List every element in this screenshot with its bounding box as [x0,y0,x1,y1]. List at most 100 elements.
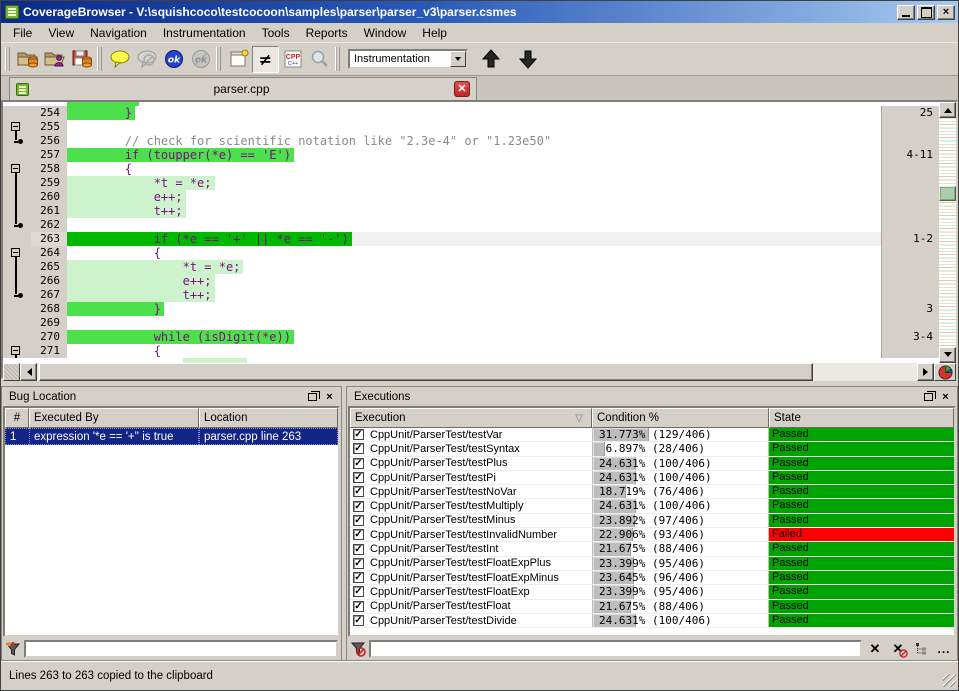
menu-item-tools[interactable]: Tools [254,24,298,42]
fold-margin[interactable] [3,246,31,260]
maximize-button[interactable] [917,5,935,20]
code-line-267[interactable]: 267 t++; [3,288,939,302]
code-line-268[interactable]: 268 }3 [3,302,939,316]
table-row[interactable]: ✓CppUnit/ParserTest/testSyntax 6.897% (2… [350,442,954,456]
clear-disabled-button[interactable]: ✕ [888,640,908,658]
code-line-269[interactable]: 269 [3,316,939,330]
checkbox-checked[interactable]: ✓ [353,558,364,569]
save-coverage-database-button[interactable] [68,46,95,73]
code-line-265[interactable]: 265 *t = *e; [3,260,939,274]
close-button[interactable]: × [937,5,955,20]
add-comment-button[interactable] [106,46,133,73]
code-line-257[interactable]: 257 if (toupper(*e) == 'E')4-11 [3,148,939,162]
fold-margin[interactable] [3,316,31,330]
fold-margin[interactable] [3,106,31,120]
table-row[interactable]: ✓CppUnit/ParserTest/testDivide24.631% (1… [350,614,954,628]
next-item-button[interactable] [514,46,541,73]
code-line-261[interactable]: 261 t++; [3,204,939,218]
fold-margin[interactable] [3,330,31,344]
checkbox-checked[interactable]: ✓ [353,586,364,597]
toolbar-grip[interactable] [5,47,10,71]
horizontal-scroll-track[interactable] [37,363,917,381]
column-header-location[interactable]: Location [199,408,338,428]
float-panel-button[interactable] [305,390,320,404]
code-line-260[interactable]: 260 e++; [3,190,939,204]
menu-item-navigation[interactable]: Navigation [82,24,155,42]
menu-item-reports[interactable]: Reports [298,24,356,42]
code-line-271[interactable]: 271 { [3,344,939,358]
fold-margin[interactable] [3,176,31,190]
scroll-down-button[interactable] [939,347,956,363]
column-header-execution[interactable]: Execution ▽ [350,408,592,428]
fold-margin-button[interactable] [3,363,20,381]
table-row[interactable]: ✓CppUnit/ParserTest/testVar31.773% (129/… [350,428,954,442]
scroll-left-button[interactable] [20,363,37,381]
bug-location-titlebar[interactable]: Bug Location × [2,387,341,406]
code-line-264[interactable]: 264 { [3,246,939,260]
table-row[interactable]: ✓CppUnit/ParserTest/testMultiply24.631% … [350,499,954,513]
code-line-259[interactable]: 259 *t = *e; [3,176,939,190]
bug-location-filter-input[interactable] [24,640,338,658]
fold-margin[interactable] [3,148,31,162]
coverage-minimap[interactable] [939,118,956,347]
table-row[interactable]: ✓CppUnit/ParserTest/testFloat21.675% (88… [350,600,954,614]
code-line-266[interactable]: 266 e++; [3,274,939,288]
scroll-right-button[interactable] [917,363,934,381]
cpp-source-button[interactable]: CPP C++ [279,46,306,73]
column-header-state[interactable]: State [769,408,954,428]
validate-button[interactable]: ok [160,46,187,73]
tab-parser-cpp[interactable]: parser.cpp ✕ [9,77,477,100]
menu-item-view[interactable]: View [40,24,82,42]
checkbox-checked[interactable]: ✓ [353,529,364,540]
toolbar-grip[interactable] [216,47,221,71]
code-line-255[interactable]: 255 [3,120,939,134]
fold-margin[interactable] [3,260,31,274]
resize-grip[interactable] [943,674,956,687]
table-row[interactable]: ✓CppUnit/ParserTest/testNoVar18.719% (76… [350,485,954,499]
new-window-button[interactable] [225,46,252,73]
checkbox-checked[interactable]: ✓ [353,515,364,526]
fold-margin[interactable] [3,232,31,246]
code-line-263[interactable]: 263 if (*e == '+' || *e == '-')1-2 [3,232,939,246]
table-row[interactable]: 1expression '*e == '+'' is trueparser.cp… [5,428,338,445]
scroll-up-button[interactable] [939,102,956,118]
horizontal-scroll-thumb[interactable] [39,363,813,381]
fold-collapse-icon[interactable] [11,248,20,257]
fold-collapse-icon[interactable] [11,122,20,131]
table-row[interactable]: ✓CppUnit/ParserTest/testPi24.631% (100/4… [350,471,954,485]
checkbox-checked[interactable]: ✓ [353,458,364,469]
close-panel-button[interactable]: × [322,390,337,404]
fold-margin[interactable] [3,134,31,148]
tree-view-button[interactable] [911,640,931,658]
fold-margin[interactable] [3,218,31,232]
fold-margin[interactable] [3,190,31,204]
checkbox-checked[interactable]: ✓ [353,501,364,512]
table-row[interactable]: ✓CppUnit/ParserTest/testMinus23.892% (97… [350,514,954,528]
code-view[interactable]: 254 }25255256 // check for scientific no… [3,102,956,363]
zoom-source-button-disabled[interactable] [306,46,333,73]
mode-combobox[interactable]: Instrumentation [348,49,468,69]
executions-filter-input[interactable] [369,640,862,658]
table-row[interactable]: ✓CppUnit/ParserTest/testFloatExp23.399% … [350,585,954,599]
fold-margin[interactable] [3,120,31,134]
executions-titlebar[interactable]: Executions × [347,387,957,406]
float-panel-button[interactable] [921,390,936,404]
code-line-254[interactable]: 254 }25 [3,106,939,120]
checkbox-checked[interactable]: ✓ [353,544,364,555]
checkbox-checked[interactable]: ✓ [353,486,364,497]
table-row[interactable]: ✓CppUnit/ParserTest/testFloatExpMinus23.… [350,571,954,585]
table-row[interactable]: ✓CppUnit/ParserTest/testFloatExpPlus23.3… [350,557,954,571]
menu-item-file[interactable]: File [5,24,40,42]
checkbox-checked[interactable]: ✓ [353,572,364,583]
open-coverage-database-button[interactable] [14,46,41,73]
minimize-button[interactable] [897,5,915,20]
table-row[interactable]: ✓CppUnit/ParserTest/testPlus24.631% (100… [350,457,954,471]
fold-margin[interactable] [3,274,31,288]
code-line-258[interactable]: 258 { [3,162,939,176]
toolbar-grip[interactable] [335,47,340,71]
unvalidate-button-disabled[interactable]: ok [187,46,214,73]
code-line-270[interactable]: 270 while (isDigit(*e))3-4 [3,330,939,344]
fold-margin[interactable] [3,204,31,218]
statistics-pie-button[interactable] [934,363,956,381]
menu-item-window[interactable]: Window [356,24,415,42]
